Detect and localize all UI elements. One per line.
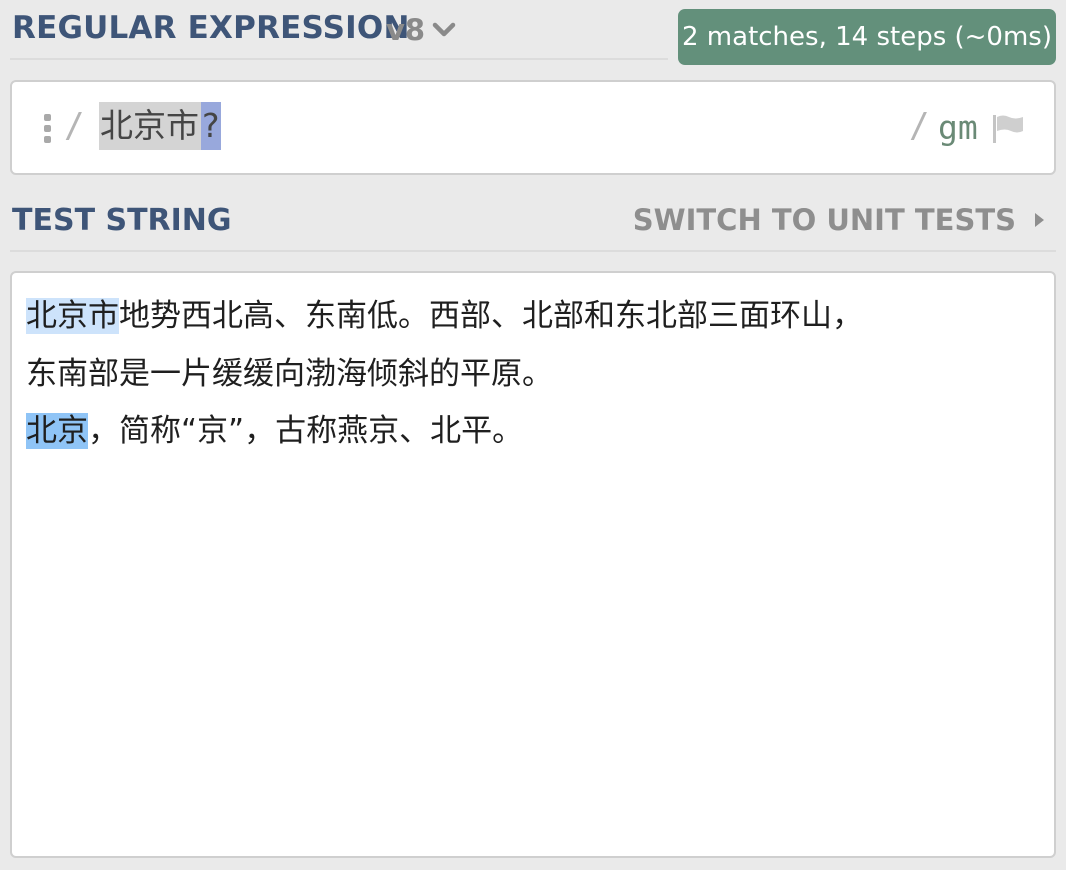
switch-to-unit-tests-button[interactable]: SWITCH TO UNIT TESTS	[633, 203, 1048, 237]
drag-handle-icon[interactable]	[43, 114, 53, 144]
match-info-badge: 2 matches, 14 steps (~0ms)	[678, 9, 1056, 65]
regex-section-title: REGULAR EXPRESSION	[12, 10, 410, 46]
regex-open-delimiter: /	[64, 106, 85, 146]
chevron-down-icon	[431, 17, 457, 43]
regex-input[interactable]: / 北京市 ? / gm	[10, 80, 1056, 175]
pattern-literal-token: 北京市	[99, 102, 201, 150]
chevron-right-icon	[1030, 209, 1048, 231]
test-string-title: TEST STRING	[12, 203, 232, 238]
test-line: 北京市地势西北高、东南低。西部、北部和东北部三面环山，	[26, 291, 863, 341]
regex-header: REGULAR EXPRESSION v8	[10, 0, 668, 60]
test-string-editor[interactable]: 北京市地势西北高、东南低。西部、北部和东北部三面环山， 东南部是一片缓缓向渤海倾…	[10, 271, 1056, 858]
flag-icon[interactable]	[991, 113, 1027, 145]
match-highlight: 北京	[26, 413, 88, 449]
regex-pattern[interactable]: 北京市 ?	[99, 102, 221, 150]
test-line: 北京，简称“京”，古称燕京、北平。	[26, 406, 523, 456]
test-line-text: 地势西北高、东南低。西部、北部和东北部三面环山，	[119, 298, 863, 334]
switch-to-unit-tests-label: SWITCH TO UNIT TESTS	[632, 203, 1016, 237]
test-line: 东南部是一片缓缓向渤海倾斜的平原。	[26, 349, 553, 399]
flavor-selector[interactable]: v8	[386, 12, 457, 48]
test-string-header: TEST STRING SWITCH TO UNIT TESTS	[10, 196, 1056, 252]
pattern-quantifier-token: ?	[201, 102, 221, 150]
flavor-label: v8	[386, 13, 426, 47]
match-highlight: 北京市	[26, 298, 119, 334]
regex-flags[interactable]: gm	[938, 108, 978, 147]
test-line-text: 东南部是一片缓缓向渤海倾斜的平原。	[26, 356, 553, 392]
regex-close-delimiter: /	[909, 106, 930, 146]
test-line-text: ，简称“京”，古称燕京、北平。	[88, 413, 524, 449]
